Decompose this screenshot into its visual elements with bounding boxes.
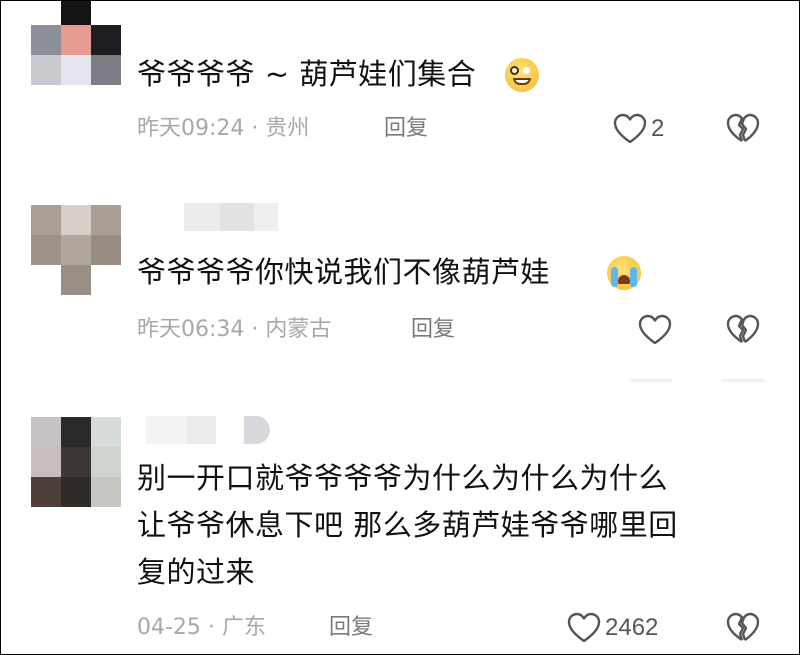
like-count: 2462 xyxy=(605,614,659,641)
reply-button[interactable]: 回复 xyxy=(411,315,455,345)
reply-button[interactable]: 回复 xyxy=(329,613,373,643)
like-button[interactable] xyxy=(638,313,676,347)
like-count: 2 xyxy=(651,115,665,142)
comment-time: 04-25 xyxy=(137,615,201,640)
reply-button[interactable]: 回复 xyxy=(384,114,428,144)
comment-time: 昨天06:34 xyxy=(137,317,245,342)
dislike-button[interactable] xyxy=(726,612,760,644)
username-redacted[interactable] xyxy=(146,416,270,444)
meta-separator: · xyxy=(251,116,259,141)
comment-text: 别一开口就爷爷爷爷为什么为什么为什么 让爷爷休息下吧 那么多葫芦娃爷爷哪里回 复… xyxy=(137,455,678,596)
heart-outline-icon xyxy=(638,314,672,346)
grinning-face-emoji xyxy=(505,58,539,92)
avatar-pixelated[interactable] xyxy=(31,417,121,507)
broken-heart-icon xyxy=(726,113,760,145)
comment-text-line: 爷爷爷爷你快说我们不像葫芦娃 xyxy=(137,255,551,289)
heart-outline-icon xyxy=(613,113,647,145)
username-redacted[interactable] xyxy=(146,203,278,231)
comment-meta: 04-25 · 广东 xyxy=(137,613,266,643)
avatar-pixelated[interactable] xyxy=(31,205,121,295)
comment-text-line: 爷爷爷爷 ~ 葫芦娃们集合 xyxy=(137,57,477,91)
like-button[interactable]: 2462 xyxy=(567,611,658,645)
like-button[interactable]: 2 xyxy=(613,112,664,146)
comment-time: 昨天09:24 xyxy=(137,116,245,141)
comment-meta: 昨天06:34 · 内蒙古 xyxy=(137,315,331,345)
broken-heart-icon xyxy=(726,314,760,346)
avatar-pixelated[interactable] xyxy=(31,1,121,85)
comment-location: 广东 xyxy=(221,615,266,640)
dislike-button[interactable] xyxy=(726,113,760,145)
comment-text-line: 复的过来 xyxy=(137,555,256,589)
divider xyxy=(629,379,673,382)
comment-meta: 昨天09:24 · 贵州 xyxy=(137,114,309,144)
comment-list: 爷爷爷爷 ~ 葫芦娃们集合 昨天09:24 · 贵州 回复 2 爷爷爷爷你快说我… xyxy=(0,0,800,655)
divider xyxy=(721,379,765,382)
comment-location: 贵州 xyxy=(265,116,310,141)
meta-separator: · xyxy=(251,317,259,342)
comment-text: 爷爷爷爷 ~ 葫芦娃们集合 xyxy=(137,51,476,98)
comment-text: 爷爷爷爷你快说我们不像葫芦娃 xyxy=(137,249,550,296)
meta-separator: · xyxy=(207,615,215,640)
heart-outline-icon xyxy=(567,612,601,644)
dislike-button[interactable] xyxy=(726,314,760,346)
comment-location: 内蒙古 xyxy=(265,317,332,342)
crying-face-emoji xyxy=(607,256,641,290)
comment-text-line: 别一开口就爷爷爷爷为什么为什么为什么 xyxy=(137,461,669,495)
broken-heart-icon xyxy=(726,612,760,644)
comment-text-line: 让爷爷休息下吧 那么多葫芦娃爷爷哪里回 xyxy=(137,508,678,542)
